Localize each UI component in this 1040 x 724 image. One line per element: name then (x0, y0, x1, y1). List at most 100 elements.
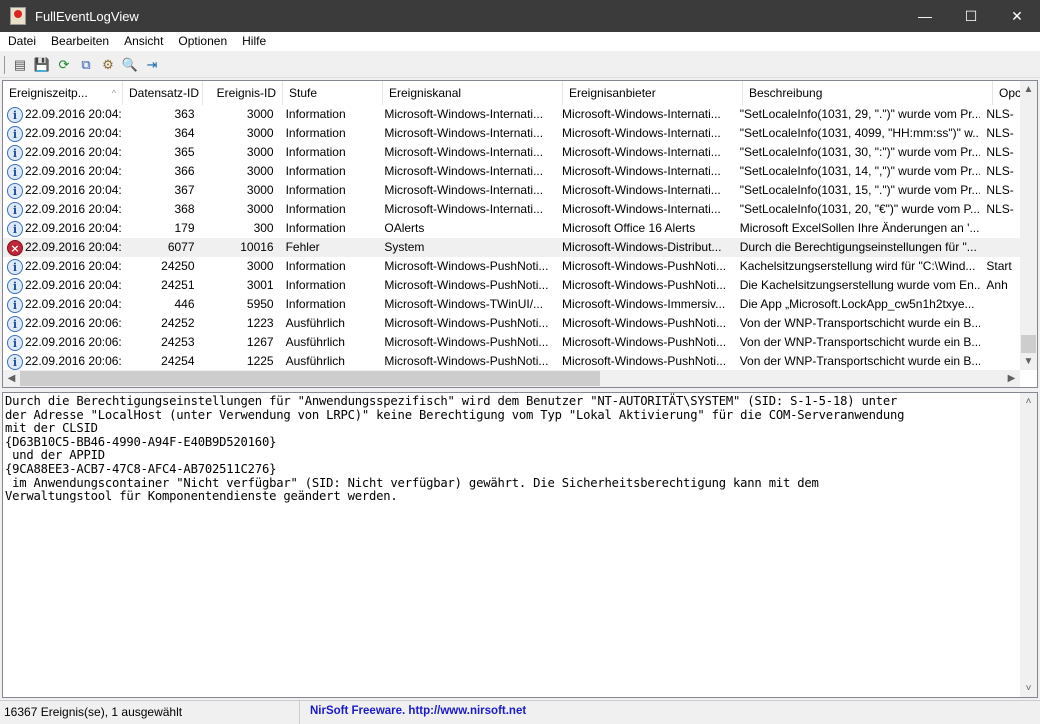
cell-text: 1267 (246, 335, 274, 349)
cell-description: "SetLocaleInfo(1031, 15, ".")" wurde vom… (734, 181, 981, 200)
cell-level: Ausführlich (280, 352, 379, 371)
scroll-down-icon[interactable]: ˅ (1020, 680, 1037, 697)
cell-text: 3000 (246, 107, 274, 121)
cell-record-id: 6077 (121, 238, 200, 257)
cell-event-id: 3000 (201, 105, 280, 124)
table-row[interactable]: i 22.09.2016 20:04:... 367 3000 Information M… (3, 181, 1020, 200)
cell-opcode: NLS- (980, 105, 1020, 124)
cell-text: NLS- (986, 164, 1014, 178)
cell-text: Microsoft-Windows-PushNoti... (562, 354, 727, 368)
cell-text: 367 (174, 183, 195, 197)
close-button[interactable]: ✕ (994, 0, 1040, 32)
nirsoft-link[interactable]: NirSoft Freeware. http://www.nirsoft.net (300, 701, 536, 724)
cell-event-id: 5950 (201, 295, 280, 314)
scroll-down-icon[interactable]: ▼ (1020, 353, 1037, 370)
save-icon[interactable]: 💾 (31, 54, 53, 76)
menu-bearbeiten[interactable]: Bearbeiten (43, 32, 116, 51)
table-row[interactable]: i 22.09.2016 20:04:... 368 3000 Information M… (3, 200, 1020, 219)
column-label: Ereigniszeitp... (9, 86, 88, 100)
table-row[interactable]: i 22.09.2016 20:06:... 24253 1267 Ausführlic… (3, 333, 1020, 352)
cell-text: 22.09.2016 20:04:... (25, 202, 122, 216)
cell-opcode (980, 295, 1020, 314)
column-header-description[interactable]: Beschreibung (743, 81, 993, 105)
column-header-event-id[interactable]: Ereignis-ID (203, 81, 283, 105)
cell-level: Fehler (280, 238, 379, 257)
table-row[interactable]: i 22.09.2016 20:04:... 24250 3000 Informatio… (3, 257, 1020, 276)
vertical-scrollbar[interactable]: ▲ ▼ (1020, 81, 1037, 370)
table-row[interactable]: i 22.09.2016 20:04:... 365 3000 Information M… (3, 143, 1020, 162)
table-row[interactable]: i 22.09.2016 20:04:... 364 3000 Information M… (3, 124, 1020, 143)
cell-text: 368 (174, 202, 195, 216)
table-row[interactable]: i 22.09.2016 20:04:... 366 3000 Information M… (3, 162, 1020, 181)
properties-icon[interactable]: ▤ (9, 54, 31, 76)
detail-scrollbar[interactable]: ˄ ˅ (1020, 393, 1037, 697)
cell-channel: Microsoft-Windows-PushNoti... (378, 352, 556, 371)
cell-provider: Microsoft-Windows-Internati... (556, 105, 734, 124)
cell-record-id: 179 (121, 219, 200, 238)
event-list[interactable]: Ereigniszeitp... ^ Datensatz-ID Ereignis-ID… (2, 80, 1038, 388)
column-label: Ereigniskanal (389, 86, 462, 100)
cell-level: Information (280, 124, 379, 143)
maximize-button[interactable]: ☐ (948, 0, 994, 32)
cell-time: i 22.09.2016 20:04:... (3, 105, 121, 124)
cell-text: Microsoft-Windows-Internati... (384, 126, 544, 140)
scroll-up-icon[interactable]: ˄ (1020, 393, 1037, 410)
cell-text: 22.09.2016 20:04:... (25, 221, 122, 235)
cell-text: Die App „Microsoft.LockApp_cw5n1h2txye..… (739, 297, 975, 311)
info-icon: i (7, 258, 23, 275)
copy-icon[interactable]: ⧉ (75, 54, 97, 76)
table-row[interactable]: i 22.09.2016 20:04:... 24251 3001 Informatio… (3, 276, 1020, 295)
scroll-right-icon[interactable]: ▶ (1003, 370, 1020, 387)
menu-optionen[interactable]: Optionen (170, 32, 234, 51)
table-row[interactable]: i 22.09.2016 20:04:... 179 300 Information OA… (3, 219, 1020, 238)
cell-channel: Microsoft-Windows-Internati... (378, 105, 556, 124)
cell-time: i 22.09.2016 20:04:... (3, 276, 121, 295)
column-header-time[interactable]: Ereigniszeitp... ^ (3, 81, 123, 105)
cell-text: Microsoft-Windows-PushNoti... (384, 278, 549, 292)
cell-channel: OAlerts (378, 219, 556, 238)
scroll-left-icon[interactable]: ◀ (3, 370, 20, 387)
scroll-thumb-horizontal[interactable] (20, 371, 600, 386)
menu-datei[interactable]: Datei (0, 32, 43, 51)
column-header-level[interactable]: Stufe (283, 81, 383, 105)
options-icon[interactable]: ⚙ (97, 54, 119, 76)
cell-provider: Microsoft-Windows-PushNoti... (556, 333, 734, 352)
column-header-channel[interactable]: Ereigniskanal (383, 81, 563, 105)
scroll-up-icon[interactable]: ▲ (1020, 81, 1037, 98)
cell-description: Kachelsitzungserstellung wird für "C:\Wi… (734, 257, 981, 276)
cell-provider: Microsoft Office 16 Alerts (556, 219, 734, 238)
column-header-record-id[interactable]: Datensatz-ID (123, 81, 203, 105)
minimize-button[interactable]: — (902, 0, 948, 32)
horizontal-scrollbar[interactable]: ◀ ▶ (3, 370, 1020, 387)
exit-icon[interactable]: ⇥ (141, 54, 163, 76)
cell-level: Information (280, 200, 379, 219)
table-row[interactable]: i 22.09.2016 20:04:... 363 3000 Information M… (3, 105, 1020, 124)
table-row[interactable]: i 22.09.2016 20:06:... 24254 1225 Ausführlic… (3, 352, 1020, 371)
cell-text: 363 (174, 107, 195, 121)
cell-description: Die Kachelsitzungserstellung wurde vom E… (734, 276, 981, 295)
cell-provider: Microsoft-Windows-PushNoti... (556, 352, 734, 371)
cell-text: Information (285, 183, 346, 197)
find-icon[interactable]: 🔍 (119, 54, 141, 76)
menu-ansicht[interactable]: Ansicht (116, 32, 170, 51)
table-row[interactable]: i 22.09.2016 20:04:... 446 5950 Information M… (3, 295, 1020, 314)
cell-text: Microsoft Office 16 Alerts (562, 221, 696, 235)
column-header-provider[interactable]: Ereignisanbieter (563, 81, 743, 105)
menu-hilfe[interactable]: Hilfe (234, 32, 273, 51)
refresh-icon[interactable]: ⟳ (53, 54, 75, 76)
table-row[interactable]: i 22.09.2016 20:06:... 24252 1223 Ausführlic… (3, 314, 1020, 333)
cell-text: Microsoft-Windows-Internati... (562, 126, 721, 140)
cell-text: NLS- (986, 107, 1014, 121)
scroll-thumb[interactable] (1021, 335, 1036, 353)
info-icon: i (7, 125, 23, 142)
cell-level: Ausführlich (280, 314, 379, 333)
cell-opcode: NLS- (980, 200, 1020, 219)
cell-description: Von der WNP-Transportschicht wurde ein B… (734, 314, 981, 333)
cell-text: 24251 (161, 278, 195, 292)
detail-pane[interactable]: Durch die Berechtigungseinstellungen für… (2, 392, 1038, 698)
cell-text: 22.09.2016 20:04:... (25, 259, 122, 273)
cell-text: Anh (986, 278, 1008, 292)
table-row[interactable]: × 22.09.2016 20:04:... 6077 10016 Fehler Syst… (3, 238, 1020, 257)
cell-text: Microsoft-Windows-PushNoti... (384, 316, 549, 330)
cell-opcode (980, 314, 1020, 333)
